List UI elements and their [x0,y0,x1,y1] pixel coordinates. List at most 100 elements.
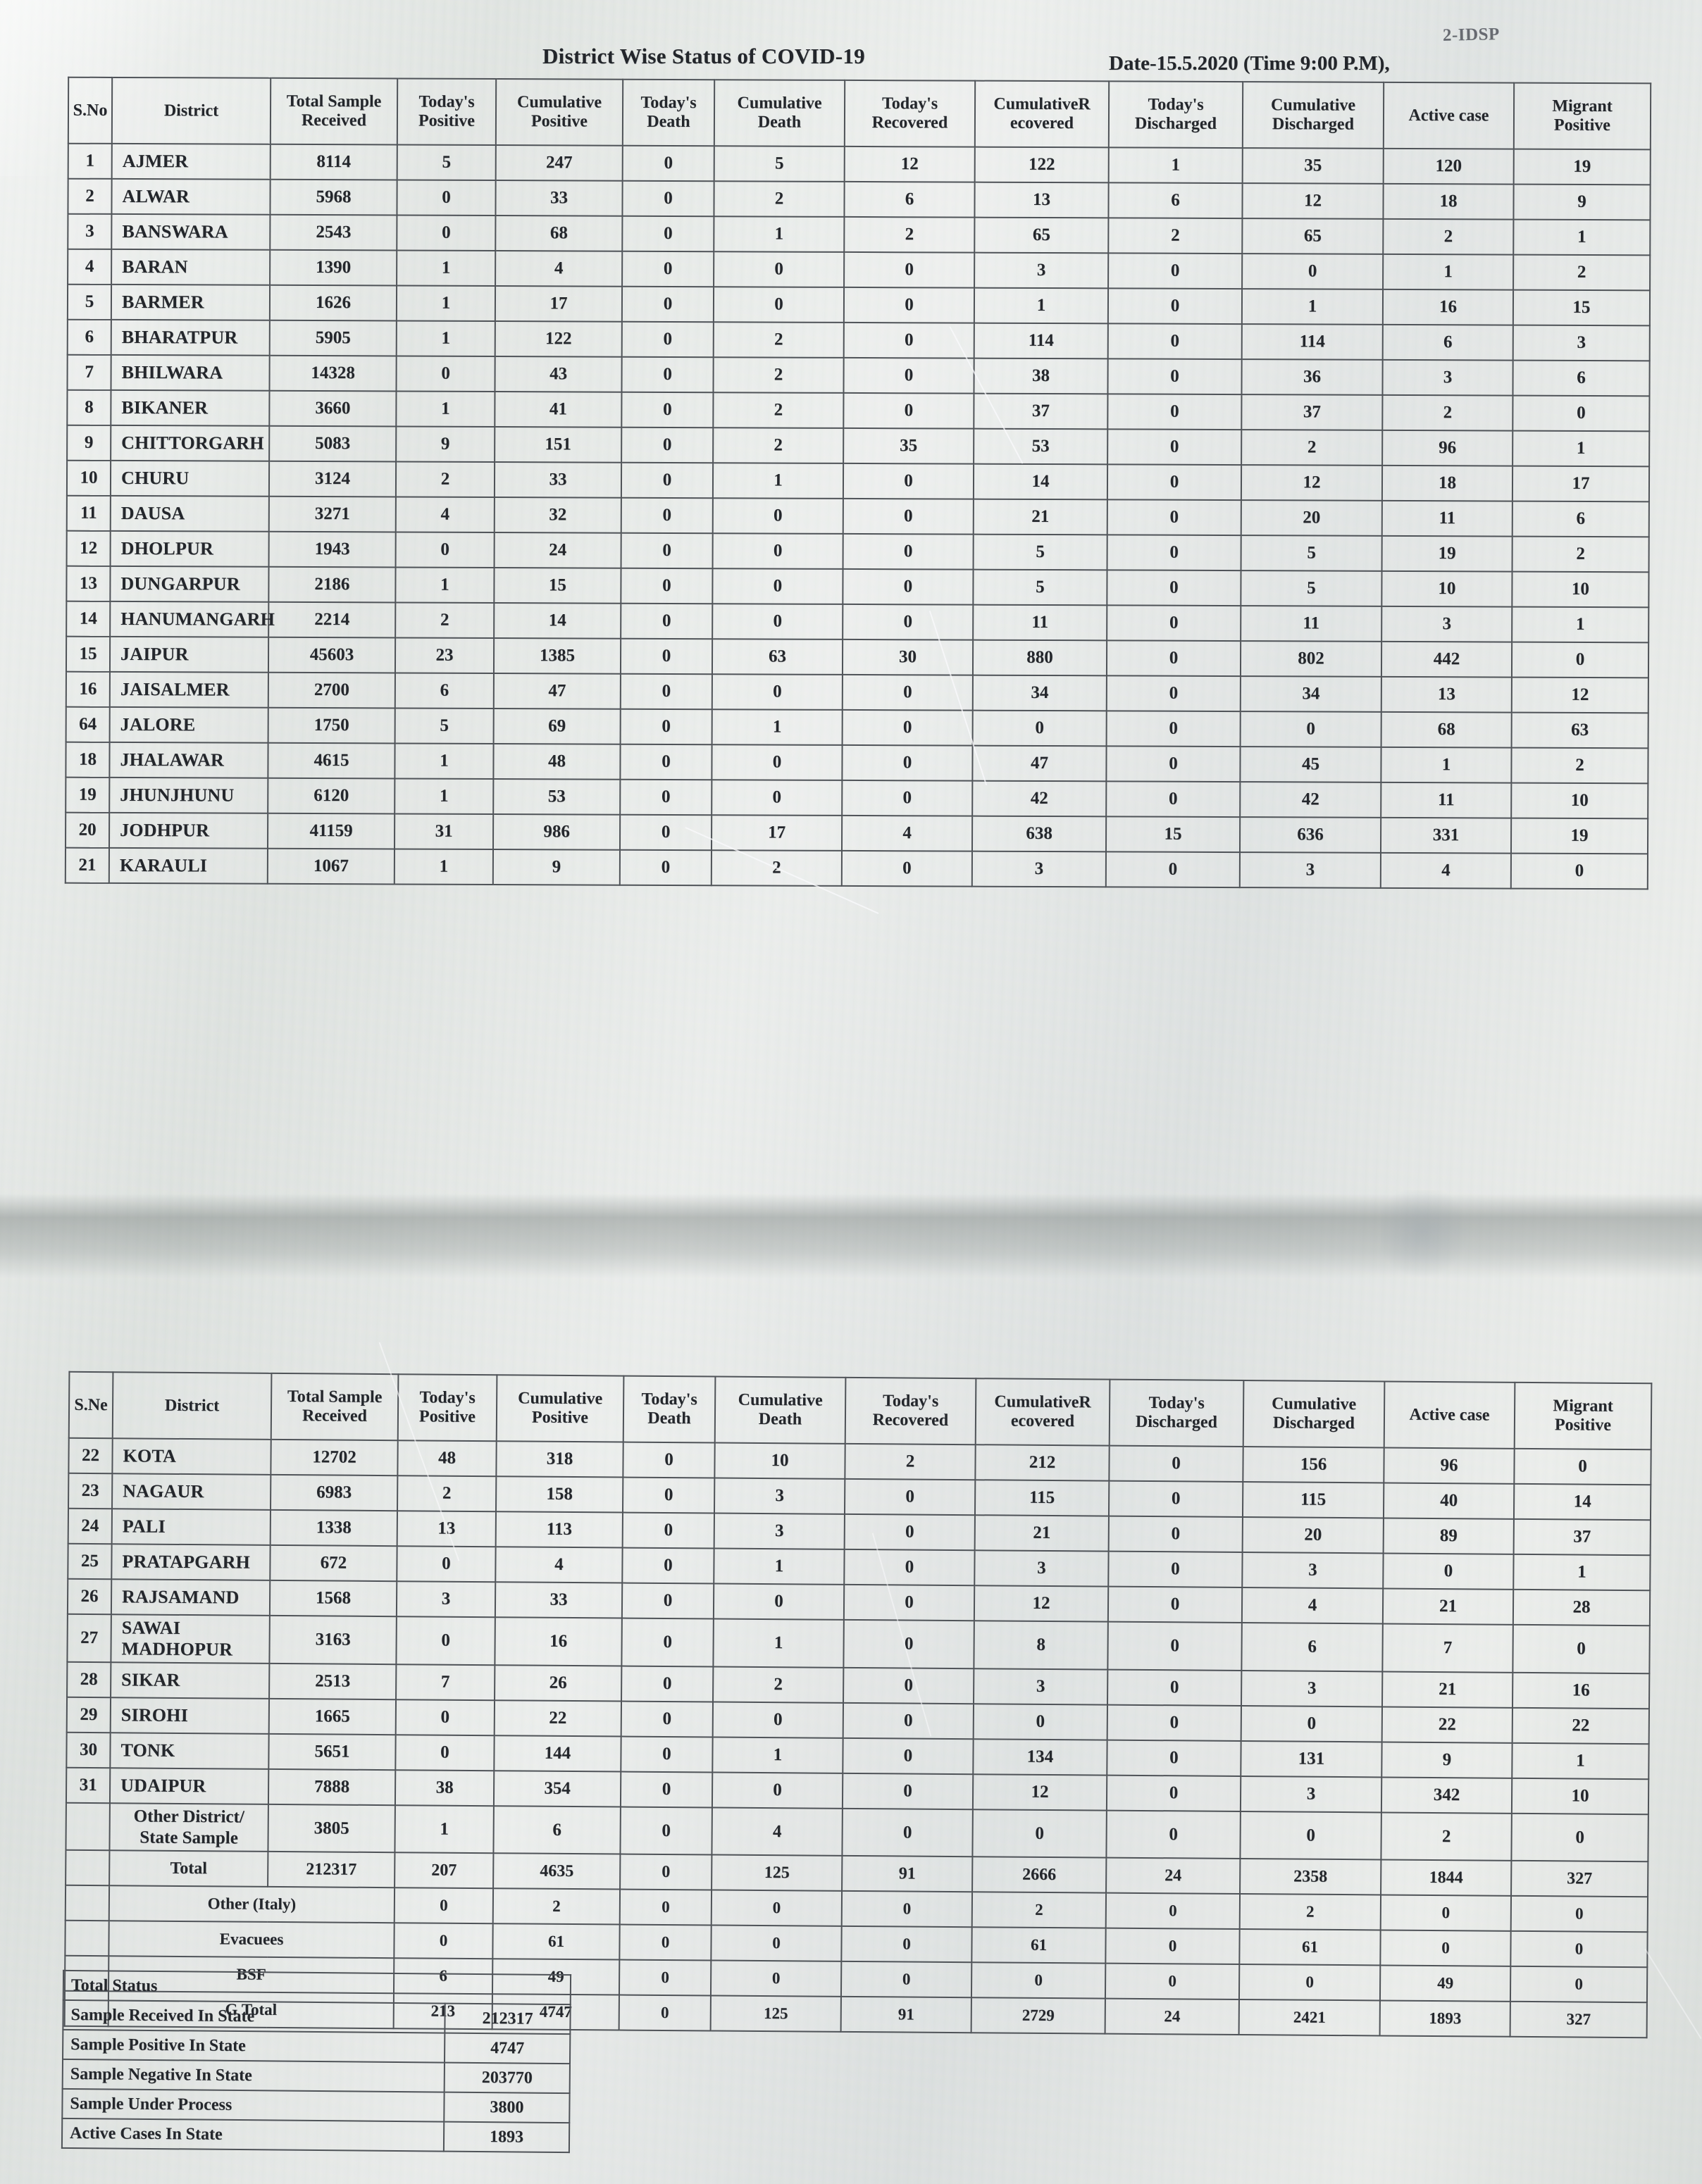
cell-active-case: 3 [1381,606,1512,642]
cell-todays-recovered: 0 [841,1890,973,1928]
cell-cumulative-positive: 68 [495,216,623,251]
cell-cumulative-recovered: 11 [973,604,1107,641]
cell-active-case: 0 [1380,1895,1512,1931]
cell-sno [65,1885,110,1921]
cell-cumulative-recovered: 1 [974,287,1109,324]
cell-todays-death: 0 [621,356,714,393]
table-row: 20 JODHPUR 41159 31 986 0 17 4 638 15 636 331 19 [66,812,1648,854]
cell-todays-recovered: 0 [844,1514,975,1551]
cell-cumulative-death: 2 [713,428,844,463]
cell-cumulative-discharged: 114 [1241,324,1383,360]
cell-sno [66,1802,110,1851]
cell-total-sample-received: 7888 [268,1768,396,1806]
col-header-cumulative-recovered: CumulativeR ecovered [975,1378,1110,1446]
cell-todays-death: 0 [619,849,712,886]
cell-migrant-positive: 19 [1513,149,1651,185]
cell-cumulative-positive: 318 [496,1441,623,1478]
cell-active-case: 96 [1384,1447,1515,1484]
cell-todays-recovered: 0 [843,604,974,640]
cell-cumulative-positive: 47 [493,673,621,709]
cell-migrant-positive: 16 [1512,1672,1650,1709]
cell-cumulative-positive: 26 [495,1665,622,1702]
cell-total-sample-received: 1626 [269,285,397,321]
col-header-total-sample-received: Total Sample Received [270,77,398,145]
col-header-todays-discharged: Today's Discharged [1108,81,1243,149]
cell-sno: 27 [67,1614,111,1663]
cell-todays-death: 0 [619,1995,711,2031]
cell-active-case: 16 [1382,289,1514,325]
cell-cumulative-recovered: 212 [975,1444,1110,1481]
cell-todays-discharged: 0 [1108,253,1243,289]
cell-todays-discharged: 6 [1108,182,1243,219]
cell-summary-label: Evacuees [108,1921,395,1959]
cell-cumulative-discharged: 35 [1242,148,1384,184]
cell-todays-death: 0 [622,251,714,287]
cell-cumulative-discharged: 5 [1241,535,1382,571]
cell-todays-death: 0 [621,1618,714,1667]
cell-summary-label: Total [109,1850,268,1887]
cell-migrant-positive: 9 [1513,184,1651,220]
cell-district-name: SIROHI [110,1697,270,1734]
cell-cumulative-recovered: 880 [972,639,1107,676]
cell-todays-death: 0 [622,216,714,252]
total-status-row: Sample Received In State 212317 [63,1999,571,2035]
cell-todays-death: 0 [622,180,714,217]
cell-district-name: JHALAWAR [109,742,268,778]
cell-todays-discharged: 0 [1108,1480,1243,1518]
cell-cumulative-positive: 9 [492,849,620,885]
cell-district-name: DHOLPUR [110,530,269,567]
total-status-body: Total Status Sample Received In State 2123… [61,1970,571,2153]
cell-cumulative-positive: 33 [494,462,622,498]
cell-active-case: 4 [1380,852,1511,889]
cell-cumulative-discharged: 131 [1241,1740,1382,1778]
cell-cumulative-recovered: 115 [974,1480,1110,1516]
cell-cumulative-discharged: 61 [1239,1928,1381,1966]
cell-district-name: KOTA [112,1438,271,1475]
cell-cumulative-positive: 151 [495,427,622,463]
cell-active-case: 9 [1381,1742,1512,1778]
cell-active-case: 1844 [1381,1859,1512,1896]
cell-total-sample-received: 2543 [270,214,397,251]
col-header-todays-positive: Today's Positive [397,78,497,146]
cell-sno: 21 [65,847,110,883]
cell-cumulative-death: 0 [712,744,843,780]
cell-cumulative-death: 2 [713,1666,844,1703]
cell-todays-recovered: 0 [843,1702,974,1740]
cell-todays-positive: 0 [394,1887,494,1924]
cell-active-case: 3 [1382,359,1513,396]
cell-todays-death: 0 [620,1854,712,1890]
cell-active-case: 6 [1382,324,1513,361]
cell-todays-positive: 1 [396,320,495,357]
cell-todays-recovered: 0 [843,1584,975,1621]
cell-cumulative-recovered: 65 [974,217,1109,254]
cell-cumulative-discharged: 0 [1242,254,1384,289]
cell-todays-recovered: 0 [842,1773,974,1810]
table-row: 16 JAISALMER 2700 6 47 0 0 0 34 0 34 13 12 [66,671,1648,713]
cell-todays-recovered: 91 [840,1996,971,2033]
cell-todays-death: 0 [620,1771,713,1808]
cell-cumulative-positive: 24 [494,532,621,568]
cell-cumulative-positive: 986 [492,814,621,850]
total-status-row: Sample Positive In State 4747 [63,2029,571,2064]
cell-active-case: 331 [1380,817,1512,854]
cell-cumulative-recovered: 14 [973,463,1108,500]
cell-todays-positive: 7 [396,1664,495,1701]
document-page: District Wise Status of COVID-19 Date-15… [0,0,1702,2184]
cell-cumulative-positive: 2 [492,1888,621,1925]
cell-todays-discharged: 0 [1106,746,1241,782]
cell-todays-recovered: 0 [843,498,974,535]
col-header-todays-death: Today's Death [622,79,715,146]
cell-total-sample-received: 672 [270,1545,397,1582]
cell-district-name: BHILWARA [111,354,270,391]
cell-todays-positive: 6 [395,673,494,709]
cell-cumulative-death: 4 [712,1807,843,1856]
cell-cumulative-death: 1 [712,1737,843,1773]
cell-cumulative-death: 0 [712,1772,843,1809]
cell-district-name: PALI [111,1509,271,1545]
cell-sno: 22 [68,1437,113,1474]
cell-migrant-positive: 0 [1510,1930,1648,1968]
cell-todays-death: 0 [620,673,712,710]
cell-todays-positive: 5 [395,708,494,744]
table-row: 19 JHUNJHUNU 6120 1 53 0 0 0 42 0 42 11 10 [66,777,1648,819]
cell-todays-positive: 1 [395,778,494,815]
